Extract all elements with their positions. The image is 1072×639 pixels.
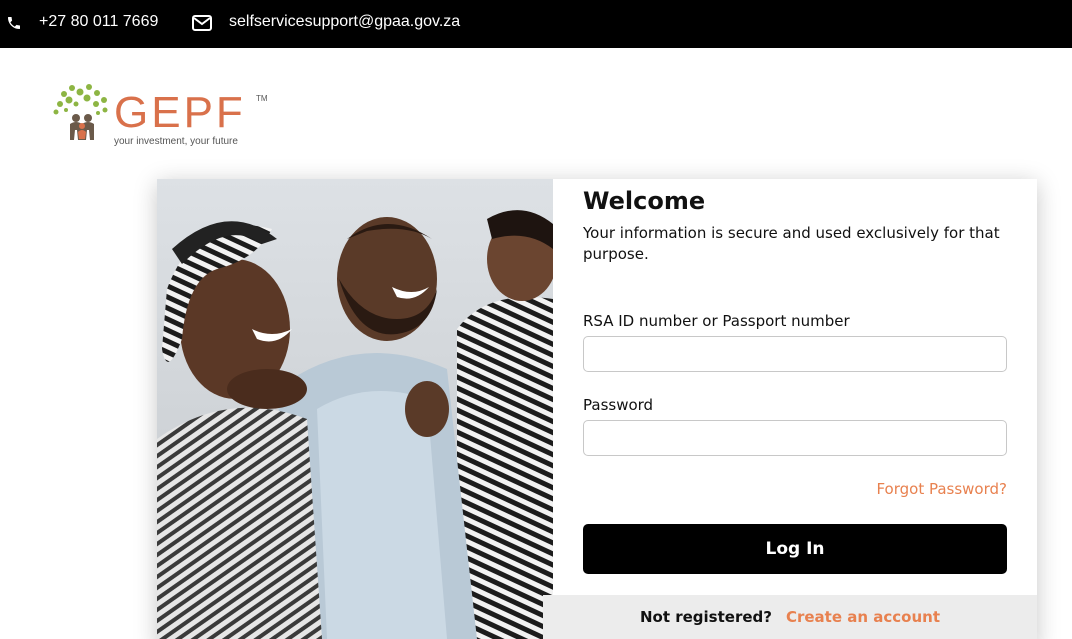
support-phone[interactable]: +27 80 011 7669 xyxy=(39,13,158,31)
phone-icon xyxy=(8,17,20,29)
gepf-logo[interactable]: GEPF TM your investment, your future xyxy=(52,82,272,152)
page-title: Welcome xyxy=(583,187,706,215)
password-input[interactable] xyxy=(583,420,1007,456)
logo-wordmark: GEPF xyxy=(114,88,246,137)
not-registered-text: Not registered? xyxy=(639,608,772,626)
id-number-input[interactable] xyxy=(583,336,1007,372)
forgot-password-link[interactable]: Forgot Password? xyxy=(876,480,1007,498)
create-account-link[interactable]: Create an account xyxy=(786,608,940,626)
register-bar: Not registered? Create an account xyxy=(543,595,1037,639)
family-photo xyxy=(157,179,553,639)
contact-bar: +27 80 011 7669 selfservicesupport@gpaa.… xyxy=(0,0,1072,48)
password-label: Password xyxy=(583,396,654,414)
tree-people-icon xyxy=(53,84,108,140)
security-notice: Your information is secure and used excl… xyxy=(583,224,1000,263)
login-button[interactable]: Log In xyxy=(583,524,1007,574)
logo-tagline: your investment, your future xyxy=(114,136,238,147)
mail-icon xyxy=(192,15,212,31)
trademark: TM xyxy=(256,94,268,103)
id-number-label: RSA ID number or Passport number xyxy=(583,312,850,330)
support-email[interactable]: selfservicesupport@gpaa.gov.za xyxy=(229,13,460,31)
family-illustration xyxy=(157,179,553,639)
